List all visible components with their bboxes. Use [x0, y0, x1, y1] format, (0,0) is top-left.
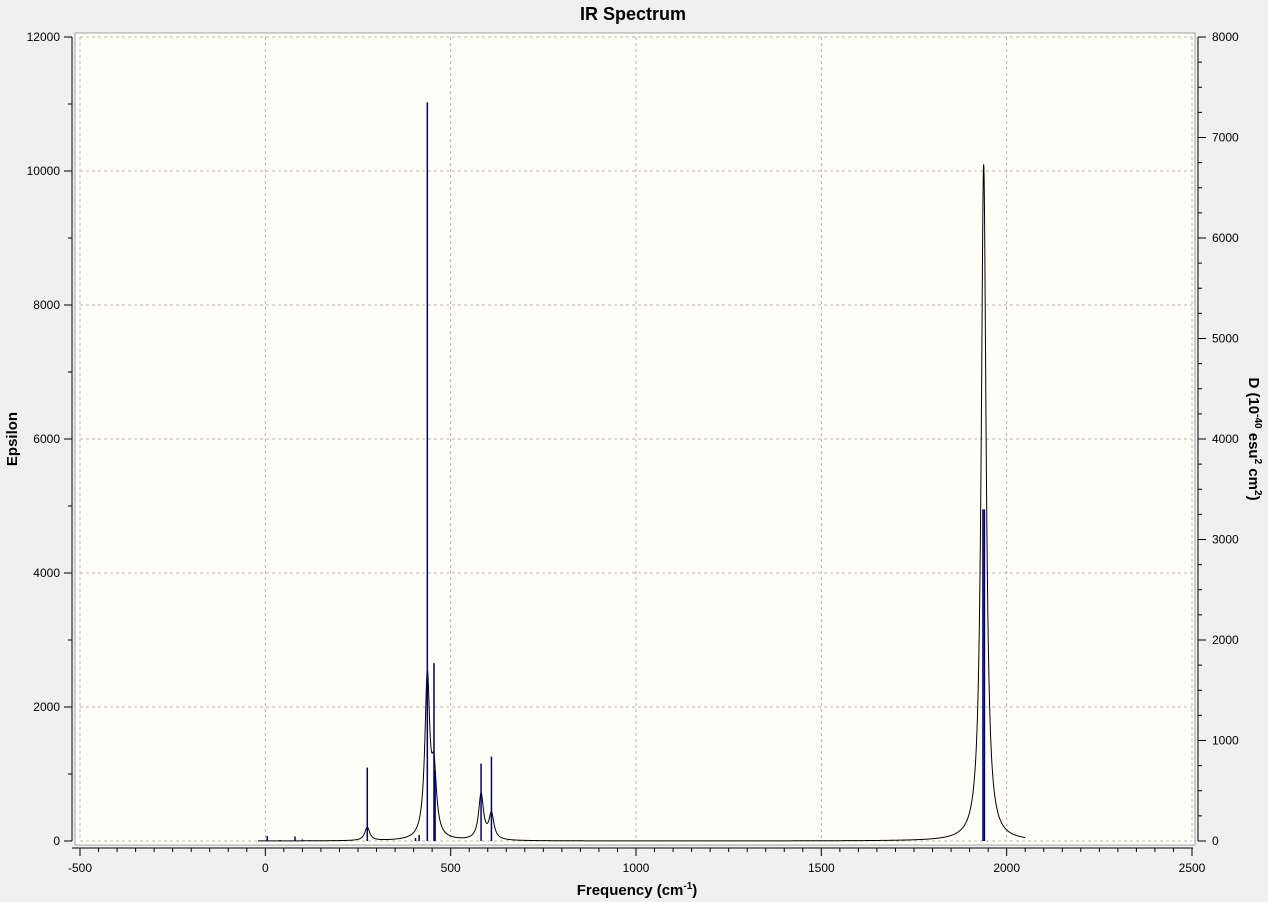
left-y-axis-ticks: 0 2000 4000 6000 8000 10000 12000 — [27, 30, 72, 848]
chart-title: IR Spectrum — [580, 4, 686, 24]
x-tick-label: 1000 — [623, 861, 650, 875]
right-y-tick-label: 0 — [1212, 834, 1219, 848]
right-y-axis-title: D (10-40 esu2 cm2) — [1245, 377, 1263, 500]
left-y-tick-label: 2000 — [33, 700, 60, 714]
right-y-tick-label: 4000 — [1212, 432, 1239, 446]
left-y-tick-label: 6000 — [33, 432, 60, 446]
right-y-tick-label: 7000 — [1212, 131, 1239, 145]
x-axis-title: Frequency (cm-1) — [577, 881, 698, 899]
left-y-tick-label: 8000 — [33, 298, 60, 312]
right-y-tick-label: 5000 — [1212, 332, 1239, 346]
right-y-axis-ticks: 0 1000 2000 3000 4000 5000 6000 7000 8000 — [1198, 30, 1239, 848]
x-tick-label: 500 — [441, 861, 461, 875]
x-tick-label: 2500 — [1179, 861, 1206, 875]
x-tick-label: 2000 — [993, 861, 1020, 875]
x-tick-label: 0 — [262, 861, 269, 875]
left-y-axis-title: Epsilon — [4, 412, 21, 466]
x-tick-label: 1500 — [808, 861, 835, 875]
left-y-tick-label: 0 — [53, 834, 60, 848]
left-y-tick-label: 4000 — [33, 566, 60, 580]
ir-spectrum-chart: -500 0 500 1000 1500 2000 2500 0 2000 4000 6000 80… — [4, 4, 1263, 899]
x-tick-label: -500 — [68, 861, 92, 875]
right-y-tick-label: 2000 — [1212, 633, 1239, 647]
right-y-tick-label: 8000 — [1212, 30, 1239, 44]
right-y-tick-label: 1000 — [1212, 734, 1239, 748]
right-y-tick-label: 3000 — [1212, 533, 1239, 547]
left-y-tick-label: 10000 — [27, 164, 61, 178]
x-axis-ticks: -500 0 500 1000 1500 2000 2500 — [68, 848, 1206, 875]
right-y-tick-label: 6000 — [1212, 231, 1239, 245]
left-y-tick-label: 12000 — [27, 30, 61, 44]
